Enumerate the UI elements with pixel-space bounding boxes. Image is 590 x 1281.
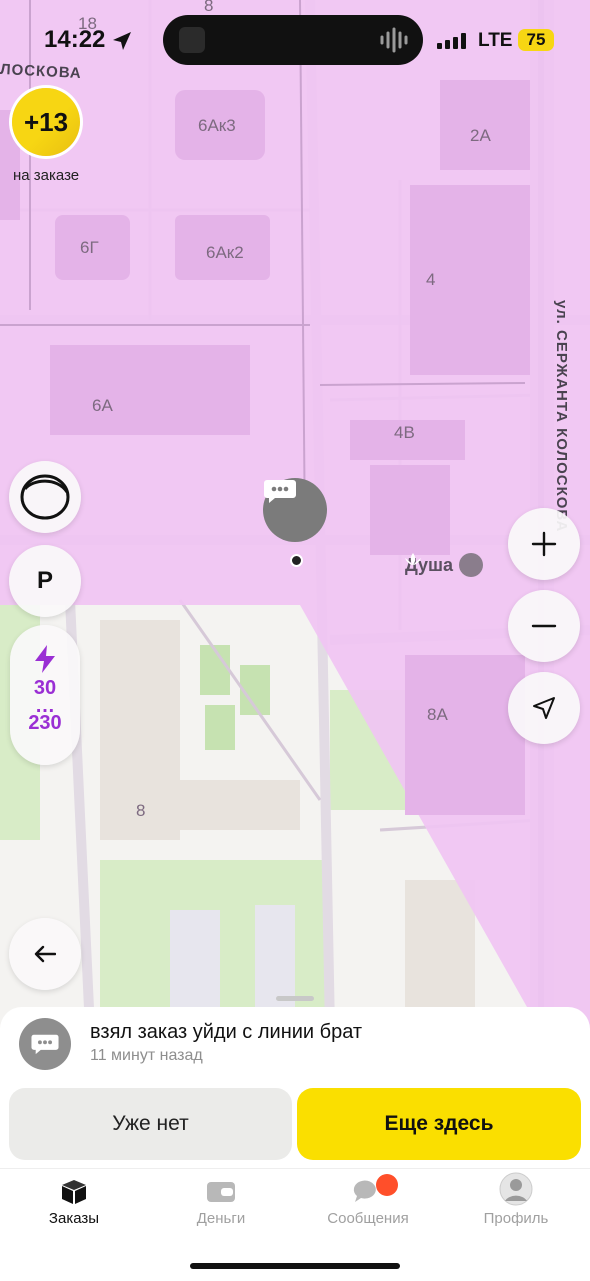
tab-label: Деньги xyxy=(196,1210,246,1227)
bonus-value: +13 xyxy=(23,106,69,137)
network-type: LTE xyxy=(478,30,513,51)
layers-button[interactable] xyxy=(9,461,81,533)
navigation-arrow-icon xyxy=(533,697,555,719)
message-time: 11 минут назад xyxy=(90,1047,203,1064)
message-pin[interactable] xyxy=(263,478,327,542)
circle-layers-icon xyxy=(20,474,70,520)
building-number: 2А xyxy=(470,126,491,145)
minus-icon xyxy=(531,624,557,628)
building-number: 6Ак2 xyxy=(206,243,244,262)
building-number: 6Г xyxy=(80,238,99,257)
battery-indicator: 75 xyxy=(518,29,554,51)
range-to: 230 xyxy=(28,712,62,734)
status-bar: 14:22 LTE 75 xyxy=(0,0,590,80)
plus-icon xyxy=(531,531,557,557)
lightning-icon xyxy=(35,645,55,673)
box-icon xyxy=(62,1180,86,1204)
app-thumbnail-icon xyxy=(179,27,205,53)
zoom-out-button[interactable] xyxy=(508,590,580,662)
map-view[interactable]: 18 8 6Ак3 2А 6Г 6Ак2 4 6А 4В 8А 8 ЛОСКОВ… xyxy=(0,0,590,1030)
building-number: 8А xyxy=(427,705,448,724)
chat-bubble-icon xyxy=(31,1034,59,1055)
bonus-badge[interactable]: +13 xyxy=(12,88,80,156)
tab-label: Сообщения xyxy=(327,1210,409,1227)
locate-me-button[interactable] xyxy=(508,672,580,744)
building-number: 6Ак3 xyxy=(198,116,236,135)
parking-button[interactable]: P xyxy=(9,545,81,617)
building-number: 4В xyxy=(394,423,415,442)
audio-wave-icon xyxy=(380,27,408,53)
zoom-in-button[interactable] xyxy=(508,508,580,580)
street-label: ул. СЕРЖАНТА КОЛОСКОВА xyxy=(553,300,570,533)
message-avatar xyxy=(19,1018,71,1070)
notification-dot xyxy=(376,1174,398,1196)
order-range-button[interactable]: 30 … 230 xyxy=(10,625,80,765)
building-number: 8 xyxy=(136,801,146,820)
parking-label: P xyxy=(36,567,53,594)
dynamic-island xyxy=(163,15,423,65)
tab-profile[interactable]: Профиль xyxy=(456,1172,576,1227)
still-here-button[interactable]: Еще здесь xyxy=(297,1088,581,1160)
back-button[interactable] xyxy=(9,918,81,990)
home-indicator xyxy=(190,1263,400,1269)
clock: 14:22 xyxy=(44,26,106,53)
building-number: 6А xyxy=(92,396,113,415)
poi-marker[interactable]: Душа xyxy=(405,553,484,577)
tab-orders[interactable]: Заказы xyxy=(14,1172,134,1227)
arrow-left-icon xyxy=(34,945,56,963)
profile-avatar xyxy=(499,1172,533,1206)
chat-bubble-icon xyxy=(264,480,296,503)
lotus-icon xyxy=(405,553,484,577)
pin-location-dot xyxy=(290,554,303,567)
wallet-icon xyxy=(207,1182,235,1202)
tab-money[interactable]: Деньги xyxy=(161,1172,281,1227)
tab-messages[interactable]: Сообщения xyxy=(308,1172,428,1227)
tab-label: Профиль xyxy=(483,1210,549,1227)
location-arrow-icon xyxy=(113,32,131,50)
signal-icon xyxy=(437,33,466,49)
sheet-handle[interactable] xyxy=(276,996,314,1001)
tab-label: Заказы xyxy=(48,1210,100,1227)
already-gone-button[interactable]: Уже нет xyxy=(9,1088,292,1160)
building-number: 4 xyxy=(426,270,436,289)
range-dots: … xyxy=(35,695,55,717)
message-text: взял заказ уйди с линии брат xyxy=(90,1021,363,1043)
bonus-label: на заказе xyxy=(13,167,80,184)
